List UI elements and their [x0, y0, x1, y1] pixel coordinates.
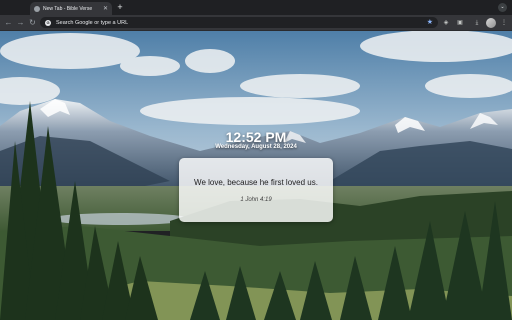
tab-favicon-icon	[34, 5, 40, 12]
tab-new-tab[interactable]: New Tab - Bible Verse ✕	[30, 2, 112, 15]
clock-time: 12:52 PM	[225, 129, 287, 145]
tab-search-icon[interactable]: ⌄	[498, 3, 507, 12]
bookmark-star-icon[interactable]: ★	[427, 19, 433, 26]
verse-card: We love, because he first loved us. 1 Jo…	[179, 158, 333, 222]
google-icon: G	[45, 19, 51, 26]
browser-toolbar: ← → ↻ G Search Google or type a URL ★ ◈ …	[0, 15, 512, 31]
forward-arrow-icon[interactable]: →	[15, 17, 26, 28]
tab-strip: New Tab - Bible Verse ✕ + ⌄	[0, 0, 512, 15]
kebab-menu-icon[interactable]: ⋮	[499, 18, 509, 28]
reload-icon[interactable]: ↻	[27, 17, 38, 28]
side-panel-icon[interactable]: ▣	[455, 18, 465, 28]
close-icon[interactable]: ✕	[103, 6, 108, 12]
clock-date: Wednesday, August 28, 2024	[215, 144, 297, 150]
address-bar-placeholder: Search Google or type a URL	[56, 19, 129, 26]
download-icon[interactable]: ⤓	[472, 18, 482, 28]
avatar[interactable]	[486, 18, 496, 28]
address-bar[interactable]: G Search Google or type a URL ★	[40, 17, 438, 28]
verse-text: We love, because he first loved us.	[194, 178, 318, 187]
extension-icon[interactable]: ◈	[441, 18, 451, 28]
new-tab-page: 12:52 PM Wednesday, August 28, 2024 We l…	[0, 31, 512, 320]
verse-reference: 1 John 4:19	[240, 197, 272, 203]
back-arrow-icon[interactable]: ←	[3, 17, 14, 28]
tab-title: New Tab - Bible Verse	[43, 5, 93, 12]
new-tab-button[interactable]: +	[115, 2, 125, 13]
